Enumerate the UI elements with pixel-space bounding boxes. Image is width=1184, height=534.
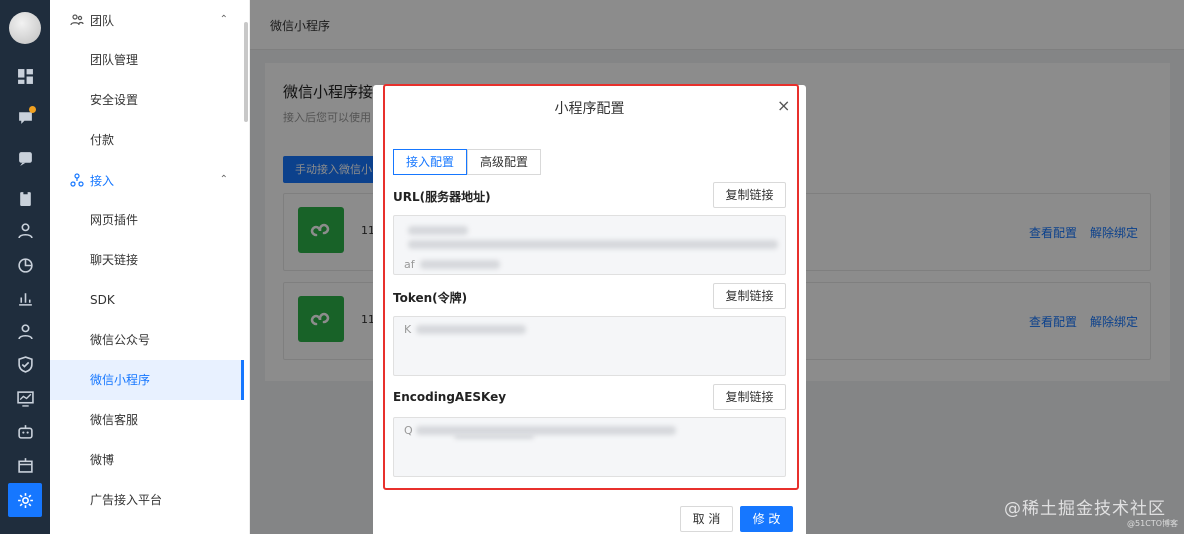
sidebar: 团队 ⌃ 团队管理 安全设置 付款 接入 ⌃ 网页插件 聊天链接 SDK 微信公… [50,0,250,534]
robot-icon[interactable] [13,419,37,443]
chevron-up-icon: ⌃ [219,174,228,185]
sidebar-item-team-management[interactable]: 团队管理 [50,40,244,80]
app-rail [0,0,50,534]
sidebar-scrollbar[interactable] [244,22,248,122]
sidebar-item-wechat-official[interactable]: 微信公众号 [50,320,244,360]
sidebar-item-wechat-miniprogram[interactable]: 微信小程序 [50,360,244,400]
sidebar-item-security-settings[interactable]: 安全设置 [50,80,244,120]
sidebar-group-label: 接入 [90,173,115,188]
chat-icon[interactable] [13,105,37,129]
shield-icon[interactable] [13,352,37,376]
access-icon [70,173,84,187]
bar-chart-icon[interactable] [13,286,37,310]
sidebar-group-access[interactable]: 接入 ⌃ [50,160,244,200]
watermark: @稀土掘金技术社区 [1004,499,1166,519]
modify-button[interactable]: 修 改 [740,506,793,532]
sidebar-item-payment[interactable]: 付款 [50,120,244,160]
monitor-icon[interactable] [13,386,37,410]
user-icon[interactable] [13,218,37,242]
chevron-up-icon: ⌃ [219,14,228,25]
sidebar-item-sdk[interactable]: SDK [50,280,244,320]
users-icon[interactable] [13,319,37,343]
sidebar-item-wechat-service[interactable]: 微信客服 [50,400,244,440]
cancel-button[interactable]: 取 消 [680,506,733,532]
box-icon[interactable] [13,452,37,476]
message-icon[interactable] [13,146,37,170]
sidebar-group-team[interactable]: 团队 ⌃ [50,0,244,40]
clipboard-icon[interactable] [13,186,37,210]
watermark-small: @51CTO博客 [1127,519,1178,528]
highlight-box [383,84,799,490]
sidebar-item-weibo[interactable]: 微博 [50,440,244,480]
sidebar-item-ad-platform[interactable]: 广告接入平台 [50,480,244,520]
team-icon [70,13,84,27]
chart-icon[interactable] [13,253,37,277]
sidebar-group-label: 团队 [90,13,115,28]
avatar[interactable] [9,12,41,44]
notification-badge [29,106,36,113]
sidebar-item-chat-link[interactable]: 聊天链接 [50,240,244,280]
sidebar-item-web-plugin[interactable]: 网页插件 [50,200,244,240]
dashboard-icon[interactable] [13,64,37,88]
settings-icon[interactable] [8,483,42,517]
